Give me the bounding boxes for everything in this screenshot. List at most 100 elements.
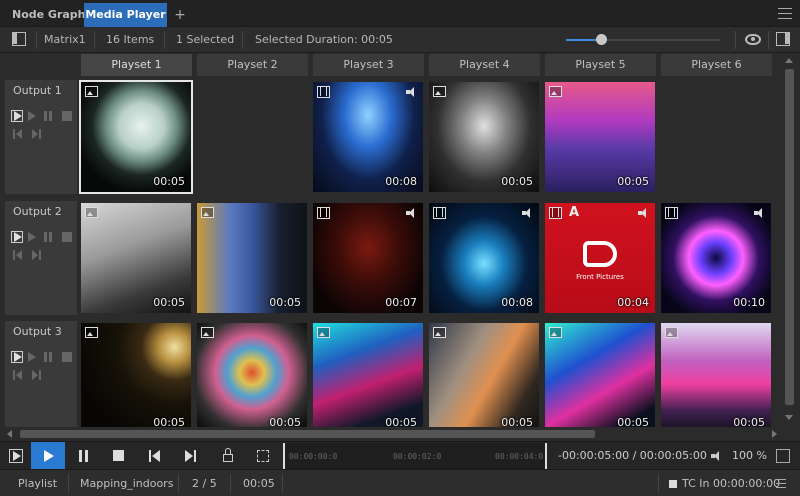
output-prev-icon[interactable] — [13, 250, 15, 260]
media-cell[interactable]: 00:05 — [81, 203, 191, 313]
media-duration: 00:05 — [501, 175, 533, 188]
scroll-left-icon[interactable] — [7, 430, 12, 438]
output-stop-icon[interactable] — [62, 352, 72, 362]
media-cell[interactable]: 00:05 — [197, 203, 307, 313]
media-cell[interactable]: 00:05 — [545, 82, 655, 192]
eye-icon[interactable] — [745, 34, 761, 45]
media-cell[interactable]: 00:08 — [429, 203, 539, 313]
media-cell[interactable]: 00:05 — [661, 323, 771, 427]
volume-icon[interactable] — [711, 451, 723, 461]
output-label: Output 1 — [13, 84, 62, 97]
tab-media-player[interactable]: Media Player — [84, 3, 167, 27]
tc-checkbox[interactable] — [669, 480, 677, 488]
image-icon — [85, 327, 98, 338]
media-cell[interactable]: 00:05 — [197, 323, 307, 427]
media-cell[interactable]: 00:08 — [313, 82, 423, 192]
timeline[interactable]: 00:00:00:0 00:00:02:0 00:00:04:0 — [283, 443, 547, 469]
next-button[interactable] — [174, 442, 206, 470]
output-next-icon[interactable] — [32, 250, 38, 260]
vertical-scroll-thumb[interactable] — [785, 69, 794, 405]
audio-icon — [406, 208, 418, 218]
media-cell[interactable]: 00:07 — [313, 203, 423, 313]
scroll-up-icon[interactable] — [785, 58, 793, 63]
output-play-icon[interactable] — [11, 231, 23, 243]
media-cell[interactable]: 00:05 — [81, 323, 191, 427]
output-next-icon[interactable] — [32, 129, 38, 139]
timeline-label: 00:00:02:0 — [393, 452, 442, 461]
audio-icon — [406, 87, 418, 97]
fit-timeline-button[interactable] — [247, 442, 279, 470]
film-icon — [433, 207, 446, 219]
sidebar-toggle-icon[interactable] — [12, 32, 26, 46]
scroll-right-icon[interactable] — [772, 430, 777, 438]
hamburger-menu-icon[interactable] — [778, 8, 792, 19]
tab-node-graph[interactable]: Node Graph — [4, 3, 94, 27]
playset-header[interactable]: Playset 3 — [313, 54, 424, 76]
horizontal-scroll-thumb[interactable] — [20, 430, 595, 438]
media-duration: 00:07 — [385, 296, 417, 309]
mode-label[interactable]: Playlist — [18, 470, 57, 496]
panel-toggle-icon[interactable] — [776, 32, 790, 46]
media-cell[interactable]: 00:05 — [429, 323, 539, 427]
playset-header[interactable]: Playset 1 — [81, 54, 192, 76]
output-prev-icon[interactable] — [13, 129, 15, 139]
media-cell[interactable]: 00:05 — [313, 323, 423, 427]
image-icon — [201, 207, 214, 218]
horizontal-scrollbar[interactable] — [0, 427, 800, 441]
media-cell[interactable]: 00:10 — [661, 203, 771, 313]
output-stop-icon[interactable] — [62, 232, 72, 242]
stop-button[interactable] — [102, 442, 134, 470]
status-divider — [178, 474, 179, 493]
output-stop-icon[interactable] — [62, 111, 72, 121]
lock-button[interactable] — [212, 442, 244, 470]
status-divider — [68, 474, 69, 493]
playset-header[interactable]: Playset 5 — [545, 54, 656, 76]
output-pause-icon[interactable] — [44, 111, 47, 121]
media-cell[interactable]: 00:05 — [429, 82, 539, 192]
play-output-button[interactable] — [0, 442, 32, 470]
pause-button[interactable] — [68, 442, 100, 470]
transport-bar: 00:00:00:0 00:00:02:0 00:00:04:0 -00:00:… — [0, 441, 800, 470]
audio-icon — [522, 208, 534, 218]
output-play-icon[interactable] — [11, 351, 23, 363]
status-divider — [658, 474, 659, 493]
output-play-dim-icon[interactable] — [28, 352, 36, 362]
media-cell[interactable]: 00:05 — [79, 80, 193, 194]
media-cell[interactable]: Front Pictures A 00:04 — [545, 203, 655, 313]
status-menu-icon[interactable] — [776, 479, 786, 491]
output-play-dim-icon[interactable] — [28, 232, 36, 242]
media-duration: 00:05 — [617, 416, 649, 427]
image-icon — [433, 86, 446, 97]
scroll-down-icon[interactable] — [785, 415, 793, 420]
output-pause-icon[interactable] — [44, 352, 47, 362]
media-duration: 00:05 — [269, 296, 301, 309]
tc-label: TC In — [682, 477, 710, 490]
timeline-label: 00:00:00:0 — [289, 452, 338, 461]
matrix-dropdown[interactable]: Matrix1 — [44, 27, 86, 53]
slider-knob[interactable] — [596, 34, 608, 45]
previous-button[interactable] — [138, 442, 170, 470]
playset-header[interactable]: Playset 2 — [197, 54, 308, 76]
film-icon — [317, 207, 330, 219]
output-header: Output 3 — [5, 321, 77, 427]
thumbnail-size-slider[interactable] — [566, 34, 720, 45]
media-duration: 00:08 — [385, 175, 417, 188]
vertical-scrollbar[interactable] — [782, 53, 796, 427]
output-play-icon[interactable] — [11, 110, 23, 122]
image-icon — [549, 327, 562, 338]
output-next-icon[interactable] — [32, 370, 38, 380]
toolbar-divider — [36, 31, 37, 49]
playset-header[interactable]: Playset 6 — [661, 54, 772, 76]
play-button[interactable] — [31, 442, 65, 470]
logo-caption: Front Pictures — [576, 273, 624, 281]
playset-header[interactable]: Playset 4 — [429, 54, 540, 76]
status-divider — [282, 474, 283, 493]
output-play-dim-icon[interactable] — [28, 111, 36, 121]
output-pause-icon[interactable] — [44, 232, 47, 242]
volume-value: 100 % — [732, 449, 767, 462]
expand-icon[interactable] — [776, 449, 790, 463]
output-prev-icon[interactable] — [13, 370, 15, 380]
media-duration: 00:05 — [153, 416, 185, 427]
add-tab-button[interactable]: + — [170, 3, 190, 27]
media-cell[interactable]: 00:05 — [545, 323, 655, 427]
